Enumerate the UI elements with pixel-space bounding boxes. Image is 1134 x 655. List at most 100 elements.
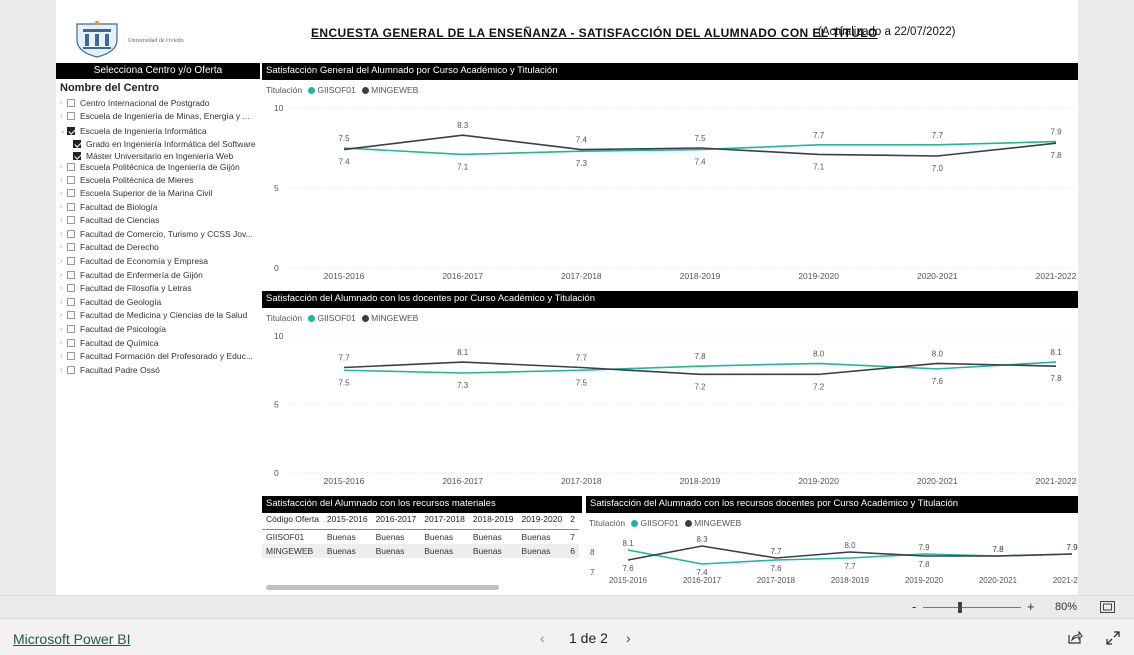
tree-checkbox[interactable]: [67, 216, 75, 224]
tree-checkbox[interactable]: [67, 366, 75, 374]
tree-checkbox[interactable]: [67, 257, 75, 265]
tree-item[interactable]: › Facultad de Ciencias: [60, 214, 260, 227]
expand-right-icon[interactable]: ›: [60, 364, 62, 377]
table-row[interactable]: MINGEWEB Buenas Buenas Buenas Buenas Buenas 6: [262, 544, 579, 558]
tree-checkbox[interactable]: [67, 271, 75, 279]
tree-checkbox[interactable]: [67, 325, 75, 333]
table-column-header[interactable]: 2018-2019: [469, 511, 518, 530]
report-canvas: Universidad de Oviedo ENCUESTA GENERAL D…: [56, 0, 1078, 595]
expand-right-icon[interactable]: ›: [60, 323, 62, 336]
tree-item[interactable]: › Escuela de Ingeniería de Minas, Energía…: [60, 110, 260, 123]
expand-right-icon[interactable]: ›: [60, 187, 62, 200]
tree-checkbox[interactable]: [67, 298, 75, 306]
table-column-header[interactable]: 2015-2016: [323, 511, 372, 530]
materials-table[interactable]: Código Oferta 2015-2016 2016-2017 2017-2018…: [262, 511, 580, 581]
tree-checkbox[interactable]: [67, 243, 75, 251]
tree-item[interactable]: ⌄ Escuela de Ingeniería Informática: [60, 125, 260, 138]
tree-checkbox[interactable]: [73, 152, 81, 160]
tree-item[interactable]: › Escuela Politécnica de Mieres: [60, 174, 260, 187]
tree-item[interactable]: › Escuela Superior de la Marina Civil: [60, 187, 260, 200]
tree-checkbox[interactable]: [67, 189, 75, 197]
table-column-header[interactable]: 2017-2018: [420, 511, 469, 530]
expand-right-icon[interactable]: ›: [60, 214, 62, 227]
x-tick-label: 2017-2018: [561, 271, 602, 281]
tree-item[interactable]: › Facultad Formación del Profesorado y Ed…: [60, 350, 260, 363]
y-tick-label: 8: [590, 548, 595, 557]
expand-right-icon[interactable]: ›: [60, 161, 62, 174]
chart-recursos-docentes[interactable]: 7 8 2015-2016 2016-2017 2017-2018 2018-2019 20…: [586, 536, 1078, 590]
expand-right-icon[interactable]: ›: [60, 269, 62, 282]
update-date: (Actualizado a 22/07/2022): [818, 26, 956, 38]
expand-right-icon[interactable]: ›: [60, 350, 62, 363]
tree-item-label: Facultad de Ciencias: [80, 215, 160, 225]
tree-checkbox[interactable]: [67, 127, 75, 135]
tree-item[interactable]: › Centro Internacional de Postgrado: [60, 97, 260, 110]
data-label: 7.4: [338, 158, 350, 167]
tree-item[interactable]: › Facultad de Filosofía y Letras: [60, 282, 260, 295]
tree-item[interactable]: › Facultad de Derecho: [60, 241, 260, 254]
next-page-icon[interactable]: ›: [626, 630, 631, 646]
expand-right-icon[interactable]: ›: [60, 337, 62, 350]
expand-right-icon[interactable]: ›: [60, 296, 62, 309]
tree-item[interactable]: › Facultad de Química: [60, 337, 260, 350]
expand-right-icon[interactable]: ›: [60, 241, 62, 254]
table-column-header[interactable]: 2019-2020: [518, 511, 567, 530]
legend-series-2[interactable]: MINGEWEB: [371, 313, 418, 323]
zoom-slider-track[interactable]: [923, 607, 1021, 608]
expand-right-icon[interactable]: ›: [60, 309, 62, 322]
tree-item-label: Facultad de Filosofía y Letras: [80, 283, 192, 293]
fullscreen-icon[interactable]: [1106, 631, 1120, 645]
table-row[interactable]: GIISOF01 Buenas Buenas Buenas Buenas Buenas 7: [262, 529, 579, 544]
legend-series-1[interactable]: GIISOF01: [317, 313, 355, 323]
table-column-header[interactable]: 2016-2017: [372, 511, 421, 530]
table-column-header[interactable]: 2: [566, 511, 579, 530]
zoom-out-button[interactable]: -: [912, 599, 916, 614]
zoom-in-button[interactable]: +: [1027, 599, 1035, 614]
tree-checkbox[interactable]: [67, 176, 75, 184]
tree-checkbox[interactable]: [67, 163, 75, 171]
tree-item[interactable]: › Escuela Politécnica de Ingeniería de Gi…: [60, 161, 260, 174]
legend-series-2[interactable]: MINGEWEB: [371, 85, 418, 95]
tree-item[interactable]: › Facultad Padre Ossó: [60, 364, 260, 377]
tree-checkbox[interactable]: [67, 284, 75, 292]
legend-series-1[interactable]: GIISOF01: [317, 85, 355, 95]
tree-item[interactable]: › Facultad de Psicología: [60, 323, 260, 336]
tree-checkbox[interactable]: [67, 99, 75, 107]
tree-checkbox[interactable]: [67, 203, 75, 211]
prev-page-icon[interactable]: ‹: [540, 630, 545, 646]
tree-checkbox[interactable]: [67, 230, 75, 238]
tree-checkbox[interactable]: [67, 311, 75, 319]
expand-right-icon[interactable]: ›: [60, 255, 62, 268]
expand-down-icon[interactable]: ⌄: [60, 125, 66, 138]
chart-general[interactable]: 0 5 10 2015-2016 2016-2017 2017-2018 2018-2019…: [262, 98, 1078, 288]
data-label: 8.3: [457, 121, 469, 130]
power-bi-link[interactable]: Microsoft Power BI: [13, 631, 130, 647]
tree-checkbox[interactable]: [73, 140, 81, 148]
expand-right-icon[interactable]: ›: [60, 282, 62, 295]
tree-item[interactable]: › Facultad de Medicina y Ciencias de la S…: [60, 309, 260, 322]
fit-to-page-icon[interactable]: [1100, 601, 1115, 613]
table-horizontal-scrollbar[interactable]: [266, 585, 499, 590]
tree-checkbox[interactable]: [67, 112, 75, 120]
table-column-header[interactable]: Código Oferta: [262, 511, 323, 530]
chart-docentes[interactable]: 0 5 10 2015-2016 2016-2017 2017-2018 2018-2019…: [262, 326, 1078, 491]
legend-series-2[interactable]: MINGEWEB: [694, 518, 741, 528]
tree-checkbox[interactable]: [67, 339, 75, 347]
tree-item[interactable]: › Facultad de Geología: [60, 296, 260, 309]
share-icon[interactable]: [1067, 630, 1083, 645]
tree-item[interactable]: › Facultad de Comercio, Turismo y CCSS Jo…: [60, 228, 260, 241]
legend-series-1[interactable]: GIISOF01: [640, 518, 678, 528]
tree-checkbox[interactable]: [67, 352, 75, 360]
x-tick-label: 2018-2019: [680, 476, 721, 486]
expand-right-icon[interactable]: ›: [60, 97, 62, 110]
expand-right-icon[interactable]: ›: [60, 110, 62, 123]
expand-right-icon[interactable]: ›: [60, 174, 62, 187]
tree-item[interactable]: › Facultad de Biología: [60, 201, 260, 214]
expand-right-icon[interactable]: ›: [60, 201, 62, 214]
zoom-slider-thumb[interactable]: [958, 602, 962, 613]
expand-right-icon[interactable]: ›: [60, 228, 62, 241]
x-tick-label: 2018-2019: [831, 576, 870, 585]
tree-item[interactable]: › Facultad de Economía y Empresa: [60, 255, 260, 268]
tree-item[interactable]: › Facultad de Enfermería de Gijón: [60, 269, 260, 282]
data-label: 7.8: [1050, 151, 1062, 160]
